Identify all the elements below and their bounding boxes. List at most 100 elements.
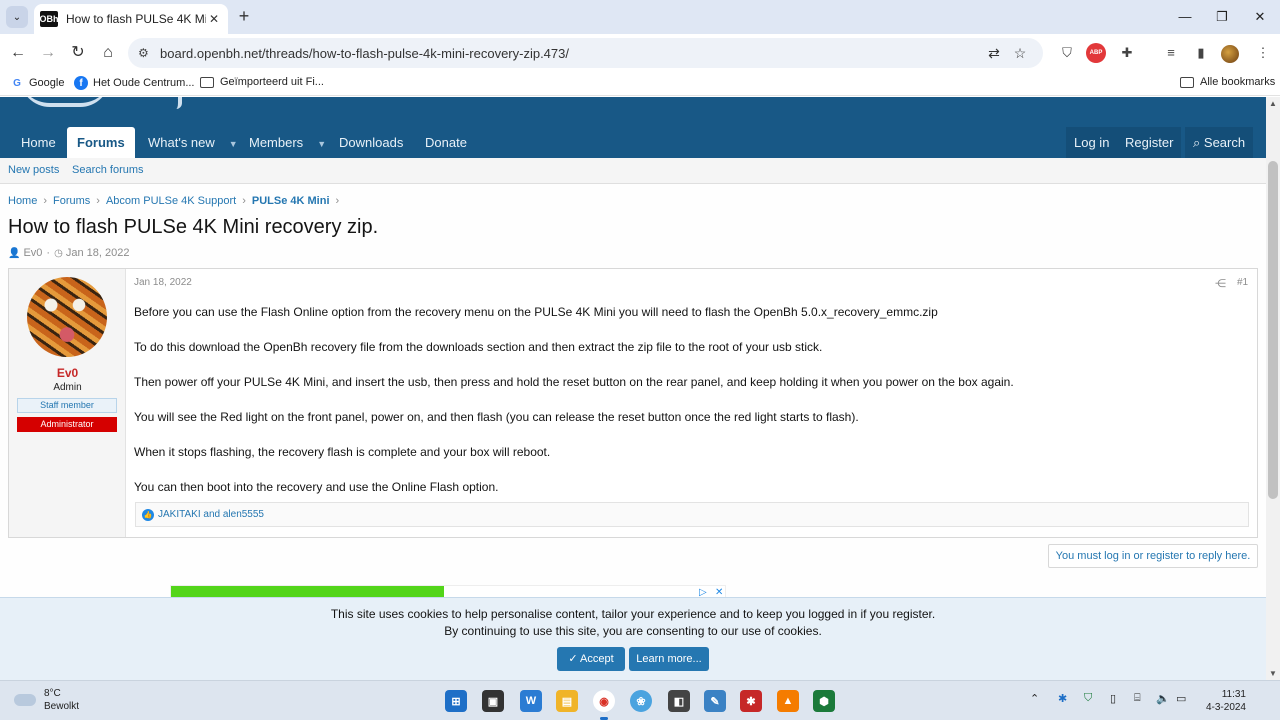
reload-icon[interactable]: ↻ [67,42,89,64]
cookie-text-2: By continuing to use this site, you are … [444,624,822,638]
thread-author[interactable]: Ev0 [23,247,42,259]
tab-search-button[interactable]: ⌄ [6,6,28,28]
breadcrumb-home[interactable]: Home [8,195,37,207]
scrollbar-thumb[interactable] [1268,161,1278,499]
browser-tab[interactable]: OBh How to flash PULSe 4K Mini recovery … [34,4,228,34]
tab-close-icon[interactable]: ✕ [206,12,222,26]
folder-icon [1180,76,1194,88]
search-button[interactable]: ⌕ Search [1185,127,1254,158]
bookmark-facebook[interactable]: f Het Oude Centrum... [74,76,195,90]
app-icon[interactable]: ◧ [668,690,690,712]
maximize-button[interactable]: ❐ [1207,6,1237,28]
share-icon[interactable]: ⋲ [1215,277,1226,290]
all-bookmarks[interactable]: Alle bookmarks [1180,76,1275,88]
site-logo[interactable] [20,97,110,107]
defender-icon[interactable]: ⛉ [1084,692,1092,705]
network-icon[interactable]: ⌸ [1134,692,1141,705]
bookmark-google[interactable]: G Google [10,76,64,90]
bookmark-star-icon[interactable]: ☆ [1007,45,1033,62]
register-link[interactable]: Register [1117,127,1182,158]
login-link[interactable]: Log in [1066,127,1118,158]
windows-start-icon[interactable]: ⊞ [445,690,467,712]
nav-whats-new[interactable]: What's new ▼ [138,127,248,158]
nav-donate[interactable]: Donate [415,127,477,158]
post-message: Ev0 Admin Staff member Administrator Jan… [8,268,1258,538]
scroll-down-icon[interactable]: ▼ [1269,669,1277,678]
close-window-button[interactable]: ✕ [1245,6,1275,28]
thread-date[interactable]: Jan 18, 2022 [66,247,130,259]
nav-downloads[interactable]: Downloads [329,127,413,158]
user-title: Admin [53,382,82,393]
address-bar[interactable]: ⚙ board.openbh.net/threads/how-to-flash-… [128,38,1043,68]
chevron-right-icon: › [96,195,100,207]
chevron-down-icon[interactable]: ▼ [229,139,238,149]
phone-icon[interactable]: ▯ [1110,692,1116,705]
bluetooth-icon[interactable]: ✱ [1058,692,1067,705]
paint-icon[interactable]: ✱ [740,690,762,712]
task-view-icon[interactable]: ▣ [482,690,504,712]
search-forums-link[interactable]: Search forums [72,164,144,176]
file-explorer-icon[interactable]: ▤ [556,690,578,712]
bookmark-folder-imported[interactable]: Geïmporteerd uit Fi... [200,76,324,88]
home-icon[interactable]: ⌂ [97,42,119,64]
nav-forums[interactable]: Forums [67,127,135,158]
chevron-right-icon: › [242,195,246,207]
extensions-icon[interactable]: ✚ [1116,43,1138,65]
web-page: Home Forums What's new ▼ Members ▼ Downloa… [0,97,1266,680]
media-icon[interactable]: ≡ [1160,43,1182,65]
notepad-icon[interactable]: ✎ [704,690,726,712]
security-icon[interactable]: ⬢ [813,690,835,712]
bookmark-label: Geïmporteerd uit Fi... [220,76,324,88]
back-icon[interactable]: ← [7,42,29,64]
side-panel-icon[interactable]: ▮ [1190,43,1212,65]
chevron-right-icon: › [43,195,48,207]
post-date[interactable]: Jan 18, 2022 [134,277,192,288]
chrome-icon[interactable]: ◉ [593,690,615,712]
breadcrumb-pulse-mini[interactable]: PULSe 4K Mini [252,195,330,207]
nav-whats-new-label: What's new [148,135,215,150]
adblock-icon[interactable]: ABP [1086,43,1106,63]
avatar[interactable] [27,277,107,357]
site-info-icon[interactable]: ⚙ [138,46,160,60]
system-clock[interactable]: 11:31 4-3-2024 [1200,688,1246,714]
chevron-down-icon[interactable]: ▼ [317,139,326,149]
profile-avatar[interactable] [1221,45,1239,63]
breadcrumb-forums[interactable]: Forums [53,195,90,207]
post-username[interactable]: Ev0 [9,366,126,380]
scroll-up-icon[interactable]: ▲ [1269,99,1277,108]
url-text[interactable]: board.openbh.net/threads/how-to-flash-pu… [160,46,981,61]
learn-more-button[interactable]: Learn more... [629,647,709,671]
battery-icon[interactable]: ▭ [1176,692,1186,705]
reply-notice[interactable]: You must log in or register to reply her… [1048,544,1258,568]
bookmark-label: Google [29,77,65,89]
post-number[interactable]: #1 [1237,277,1248,288]
post-paragraph: You will see the Red light on the front … [134,410,859,424]
post-paragraph: To do this download the OpenBh recovery … [134,340,823,354]
weather-widget[interactable]: 8°C Bewolkt [14,687,79,713]
site-logo-mark [176,97,182,109]
menu-icon[interactable]: ⋮ [1252,43,1274,65]
post-paragraph: Then power off your PULSe 4K Mini, and i… [134,375,1014,389]
photos-icon[interactable]: ❀ [630,690,652,712]
word-icon[interactable]: W [520,690,542,712]
reactions-users[interactable]: JAKITAKI and alen5555 [158,509,264,520]
post-paragraph: When it stops flashing, the recovery fla… [134,445,551,459]
tray-overflow-icon[interactable]: ⌃ [1030,692,1039,705]
new-tab-button[interactable]: + [234,7,254,27]
accept-cookies-button[interactable]: ✓ Accept [557,647,625,671]
breadcrumb: Home › Forums › Abcom PULSe 4K Support › PU… [8,195,345,207]
shield-extension-icon[interactable]: ⛉ [1056,43,1078,65]
vlc-icon[interactable]: ▲ [777,690,799,712]
breadcrumb-abcom[interactable]: Abcom PULSe 4K Support [106,195,236,207]
nav-members[interactable]: Members ▼ [239,127,336,158]
translate-icon[interactable]: ⇄ [981,45,1007,62]
nav-home[interactable]: Home [11,127,66,158]
browser-toolbar: ← → ↻ ⌂ ⚙ board.openbh.net/threads/how-t… [0,34,1280,72]
reactions-bar: 👍 JAKITAKI and alen5555 [135,502,1249,527]
sub-navigation: New posts Search forums [0,158,1266,184]
new-posts-link[interactable]: New posts [8,164,59,176]
minimize-button[interactable]: — [1170,6,1200,28]
page-scrollbar[interactable]: ▲ ▼ [1266,97,1280,680]
volume-icon[interactable]: 🔈 [1156,692,1170,705]
forward-icon[interactable]: → [37,42,59,64]
